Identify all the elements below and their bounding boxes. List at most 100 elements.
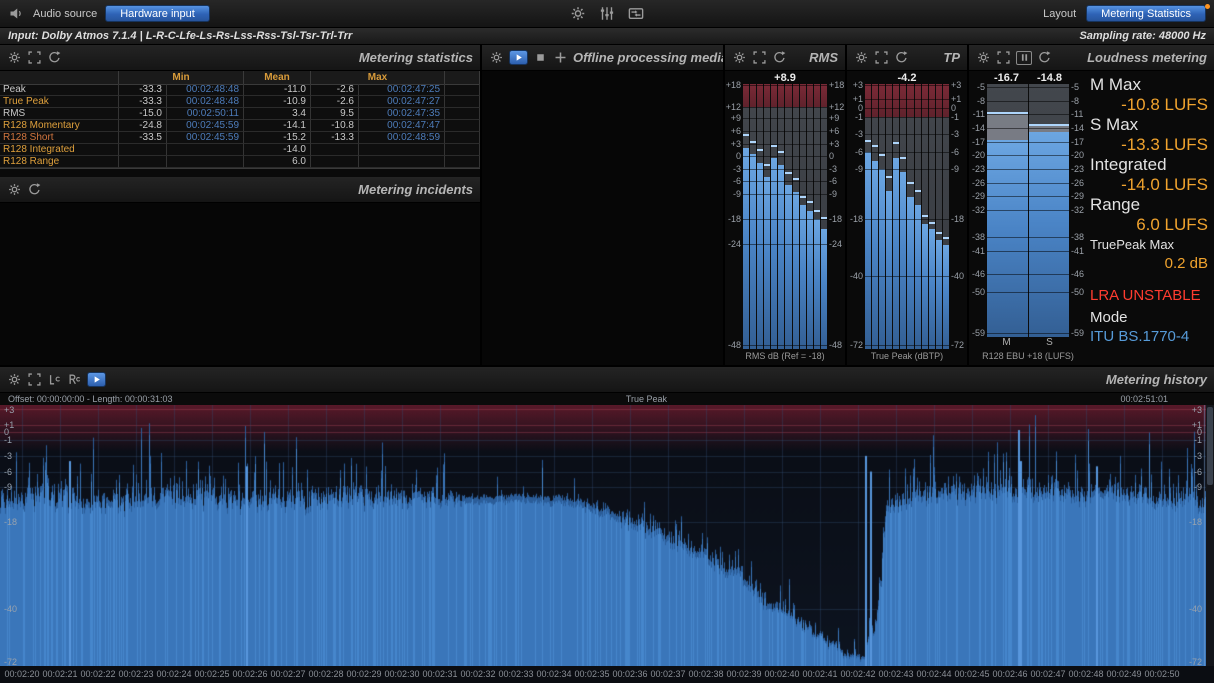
refresh-icon[interactable]	[27, 182, 42, 197]
stats-cell: 00:02:45:59	[167, 132, 244, 144]
meter-channel	[987, 84, 1028, 337]
meter-bars[interactable]	[987, 84, 1069, 337]
meter-channel	[907, 84, 913, 349]
meter-scale-label: -26	[1071, 178, 1084, 188]
meter-scale-label: -5	[1071, 82, 1079, 92]
play-icon[interactable]	[87, 372, 106, 387]
refresh-icon[interactable]	[47, 50, 62, 65]
history-time-label: 00:02:21	[42, 669, 77, 679]
gear-icon[interactable]	[570, 5, 587, 22]
mixer-icon[interactable]	[599, 5, 616, 22]
meter-scale-label: -50	[1071, 287, 1084, 297]
incidents-title: Metering incidents	[358, 182, 473, 197]
stats-table-row: Peak-33.300:02:48:48-11.0-2.600:02:47:25	[0, 84, 480, 96]
meter-bars[interactable]	[743, 84, 827, 349]
statistics-title: Metering statistics	[359, 50, 473, 65]
meter-bars[interactable]	[865, 84, 949, 349]
gear-icon[interactable]	[976, 50, 991, 65]
stats-cell: -14.1	[244, 120, 311, 132]
stats-cell: -33.5	[119, 132, 167, 144]
meter-scale-label: +3	[853, 80, 863, 90]
stop-icon[interactable]	[533, 50, 548, 65]
history-time-label: 00:02:33	[498, 669, 533, 679]
meter-scale-label: -1	[855, 112, 863, 122]
rms-current-value: +8.9	[725, 71, 845, 84]
meter-channel	[886, 84, 892, 349]
meter-scale-label: -1	[951, 112, 959, 122]
play-icon[interactable]	[509, 50, 528, 65]
loudness-title: Loudness metering	[1087, 50, 1207, 65]
gear-icon[interactable]	[854, 50, 869, 65]
meter-channel	[764, 84, 770, 349]
gear-icon[interactable]	[489, 50, 504, 65]
meter-scale-label: +12	[829, 102, 844, 112]
fullscreen-icon[interactable]	[27, 372, 42, 387]
history-scrollbar-handle[interactable]	[1207, 407, 1213, 485]
meter-scale-label: +18	[726, 80, 741, 90]
meter-scale-label: 0	[736, 151, 741, 161]
gear-icon[interactable]	[7, 50, 22, 65]
incidents-empty-area	[0, 203, 480, 365]
meter-scale-label: -46	[1071, 269, 1084, 279]
history-waveform-canvas[interactable]	[0, 405, 1206, 666]
meter-scale-label: -32	[1071, 205, 1084, 215]
pause-icon[interactable]	[1016, 51, 1032, 65]
meter-channel	[750, 84, 756, 349]
history-time-label: 00:02:50	[1144, 669, 1179, 679]
loudness-header: Loudness metering	[969, 45, 1214, 71]
meter-scale-label: +3	[731, 139, 741, 149]
history-offset-info: Offset: 00:00:00:00 - Length: 00:00:31:0…	[0, 394, 172, 404]
history-time-label: 00:02:43	[878, 669, 913, 679]
gear-icon[interactable]	[732, 50, 747, 65]
history-plot-area: +3+3+1+100-1-1-3-3-6-6-9-9-18-18-40-40-7…	[0, 405, 1214, 666]
history-series-label: True Peak	[172, 394, 1120, 404]
add-icon[interactable]	[553, 50, 568, 65]
refresh-icon[interactable]	[772, 50, 787, 65]
stats-cell: -10.9	[244, 96, 311, 108]
tp-meter-display[interactable]: +3+10-1-3-6-9-18-40-72+3+10-1-3-6-9-18-4…	[849, 84, 965, 349]
refresh-icon[interactable]	[1037, 50, 1052, 65]
loudness-readout: M Max -10.8 LUFS S Max -13.3 LUFS Integr…	[1087, 71, 1214, 365]
history-scrollbar[interactable]	[1206, 405, 1214, 666]
fullscreen-icon[interactable]	[752, 50, 767, 65]
hardware-input-button[interactable]: Hardware input	[105, 5, 210, 22]
fullscreen-icon[interactable]	[996, 50, 1011, 65]
gear-icon[interactable]	[7, 182, 22, 197]
reset-scale-icon[interactable]	[67, 372, 82, 387]
history-time-label: 00:02:20	[4, 669, 39, 679]
db-scale-icon[interactable]	[47, 372, 62, 387]
rms-scale-caption: RMS dB (Ref = -18)	[725, 349, 845, 365]
meter-scale-label: -9	[829, 189, 837, 199]
loudness-metering-panel: Loudness metering -16.7 -14.8 -5-8-11-14…	[969, 45, 1214, 365]
stats-cell	[445, 144, 480, 156]
meter-channel	[800, 84, 806, 349]
statistics-table: Min Mean Max Peak-33.300:02:48:48-11.0-2…	[0, 71, 480, 169]
stats-cell: -14.0	[244, 144, 311, 156]
meter-scale-label: +6	[829, 126, 839, 136]
stats-cell: 00:02:48:48	[167, 96, 244, 108]
stats-cell: -33.3	[119, 84, 167, 96]
stats-cell	[445, 84, 480, 96]
layout-label: Layout	[1043, 8, 1076, 20]
stats-table-row: R128 Integrated-14.0	[0, 144, 480, 156]
history-time-label: 00:02:44	[916, 669, 951, 679]
io-icon[interactable]	[628, 5, 645, 22]
stats-table-row: R128 Range6.0	[0, 156, 480, 168]
meter-channel	[807, 84, 813, 349]
fullscreen-icon[interactable]	[27, 50, 42, 65]
history-title: Metering history	[1106, 372, 1207, 387]
history-time-label: 00:02:28	[308, 669, 343, 679]
stats-cell	[445, 96, 480, 108]
metering-statistics-panel: Metering statistics Min Mean Max Peak-33…	[0, 45, 480, 365]
layout-select-button[interactable]: Metering Statistics	[1086, 5, 1206, 22]
rms-meter-display[interactable]: +18+12+9+6+30-3-6-9-18-24-48+18+12+9+6+3…	[727, 84, 843, 349]
fullscreen-icon[interactable]	[874, 50, 889, 65]
gear-icon[interactable]	[7, 372, 22, 387]
shortterm-channel-label: S	[1028, 337, 1071, 349]
meter-scale-label: -29	[1071, 191, 1084, 201]
history-time-label: 00:02:45	[954, 669, 989, 679]
meter-scale-label: -3	[829, 164, 837, 174]
history-time-label: 00:02:31	[422, 669, 457, 679]
loudness-ms-meter[interactable]: -16.7 -14.8 -5-8-11-14-17-20-23-26-29-32…	[969, 71, 1087, 365]
refresh-icon[interactable]	[894, 50, 909, 65]
